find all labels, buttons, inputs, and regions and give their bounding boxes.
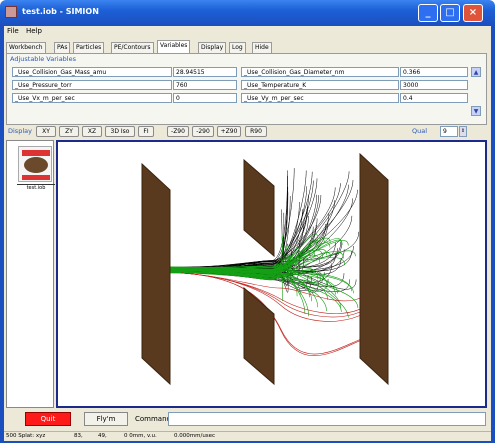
tab-pe-contours[interactable]: PE/Contours (111, 42, 154, 53)
rotate-neg-290-button[interactable]: -290 (192, 126, 214, 137)
rotate-pos-z90-button[interactable]: +Z90 (217, 126, 241, 137)
command-input[interactable] (168, 412, 486, 426)
view-zy-button[interactable]: ZY (59, 126, 79, 137)
close-icon[interactable]: × (463, 4, 483, 22)
variable-value-field[interactable]: 0 (173, 93, 237, 103)
electrode-left (141, 162, 171, 386)
maximize-icon[interactable]: □ (440, 4, 460, 22)
thumb-ellipse (24, 157, 48, 173)
variable-name: _Use_Pressure_torr (12, 80, 172, 90)
pa-thumbnail[interactable] (18, 146, 52, 182)
rotate-r90-button[interactable]: R90 (245, 126, 267, 137)
tab-log[interactable]: Log (229, 42, 246, 53)
quit-button[interactable]: Quit (25, 412, 71, 426)
variable-value-field[interactable]: 0.366 (400, 67, 468, 77)
tab-pas[interactable]: PAs (54, 42, 71, 53)
status-z: 0 0mm, v.u. (124, 433, 157, 439)
view-fi-button[interactable]: FI (138, 126, 154, 137)
electrode-middle-top (243, 158, 275, 258)
status-bar: 500 Splat: xyz 83, 49, 0 0mm, v.u. 0.000… (4, 431, 491, 441)
variables-header: Adjustable Variables (10, 55, 77, 63)
menu-file[interactable]: File (7, 27, 19, 35)
tab-hide[interactable]: Hide (252, 42, 272, 53)
variable-name: _Use_Temperature_K (241, 80, 399, 90)
variable-value-field[interactable]: 0.4 (400, 93, 468, 103)
variable-name: _Use_Collision_Gas_Diameter_nm (241, 67, 399, 77)
scroll-down-icon[interactable]: ▼ (471, 106, 481, 116)
window-title: test.iob - SIMION (22, 7, 99, 16)
minimize-icon[interactable]: _ (418, 4, 438, 22)
variable-name: _Use_Collision_Gas_Mass_amu (12, 67, 172, 77)
pa-thumbnail-label: test.iob (17, 184, 55, 191)
fly-button[interactable]: Fly'm (84, 412, 128, 426)
tab-particles[interactable]: Particles (73, 42, 105, 53)
view-xz-button[interactable]: XZ (82, 126, 102, 137)
display-label: Display (8, 127, 32, 135)
variable-name: _Use_Vx_m_per_sec (12, 93, 172, 103)
rotate-neg-z90-button[interactable]: -Z90 (167, 126, 189, 137)
variable-name: _Use_Vy_m_per_sec (241, 93, 399, 103)
tab-workbench[interactable]: Workbench (6, 42, 46, 53)
simion-app-icon (5, 6, 17, 18)
variable-value-field[interactable]: 28.94515 (173, 67, 237, 77)
view-3d-iso-button[interactable]: 3D Iso (105, 126, 135, 137)
qual-label: Qual (412, 127, 428, 135)
menu-help[interactable]: Help (26, 27, 42, 35)
qual-input[interactable]: 9 (440, 126, 458, 137)
status-velocity: 0.000mm/usec (174, 433, 216, 439)
electrode-right (359, 152, 389, 386)
variable-value-field[interactable]: 3000 (400, 80, 468, 90)
trajectory-line (169, 168, 295, 272)
qual-stepper[interactable]: ⇕ (459, 126, 467, 137)
status-mode: 500 Splat: xyz (6, 433, 46, 439)
view-xy-button[interactable]: XY (36, 126, 56, 137)
tab-display[interactable]: Display (198, 42, 227, 53)
pa-thumbnail-image (22, 150, 50, 180)
variable-value-field[interactable]: 760 (173, 80, 237, 90)
workbench-canvas[interactable] (66, 148, 474, 402)
status-x: 83, (74, 433, 83, 439)
trajectory-line (169, 201, 300, 268)
thumb-bar-top (22, 150, 50, 156)
status-y: 49, (98, 433, 107, 439)
scroll-up-icon[interactable]: ▲ (471, 67, 481, 77)
thumb-bar-bottom (22, 175, 50, 180)
tab-variables[interactable]: Variables (157, 40, 191, 53)
electrode-middle-bottom (243, 286, 275, 386)
